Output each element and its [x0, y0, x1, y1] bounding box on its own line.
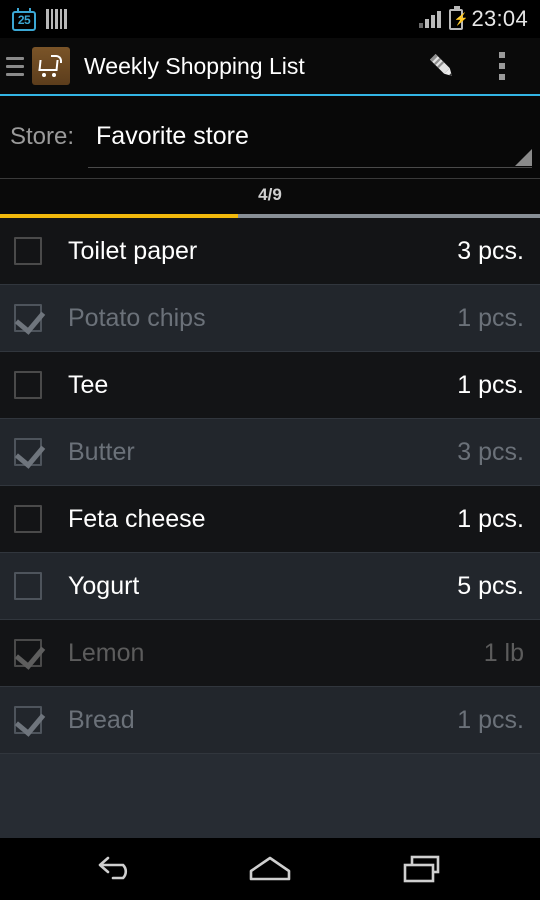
hamburger-up-icon[interactable] — [0, 56, 32, 76]
shopping-list: Toilet paper 3 pcs. Potato chips 1 pcs. Tee 1… — [0, 218, 540, 838]
overflow-menu-button[interactable] — [474, 37, 530, 95]
item-quantity: 3 pcs. — [457, 236, 524, 265]
item-quantity: 1 lb — [483, 638, 524, 667]
checkbox-checked-icon[interactable] — [14, 438, 42, 466]
recents-icon — [398, 852, 448, 886]
store-spinner-value: Favorite store — [96, 122, 249, 150]
list-item[interactable]: Lemon 1 lb — [0, 620, 540, 687]
checkbox-checked-icon[interactable] — [14, 706, 42, 734]
store-label: Store: — [10, 123, 75, 150]
store-spinner[interactable]: Favorite store — [88, 106, 532, 168]
store-selector-row: Store: Favorite store — [0, 96, 540, 178]
list-item[interactable]: Toilet paper 3 pcs. — [0, 218, 540, 285]
back-arrow-icon — [89, 852, 145, 886]
item-name: Potato chips — [68, 303, 206, 332]
calendar-icon: 25 — [12, 7, 36, 31]
status-bar-system: ⚡ 23:04 — [419, 5, 528, 32]
status-bar-notifications: 25 — [12, 7, 67, 31]
item-quantity: 1 pcs. — [457, 303, 524, 332]
overflow-menu-icon — [499, 52, 505, 80]
list-item[interactable]: Tee 1 pcs. — [0, 352, 540, 419]
checkbox-unchecked-icon[interactable] — [14, 572, 42, 600]
progress-section: 4/9 — [0, 178, 540, 218]
checkbox-unchecked-icon[interactable] — [14, 505, 42, 533]
item-name: Feta cheese — [68, 504, 206, 533]
item-name: Yogurt — [68, 571, 140, 600]
list-item[interactable]: Potato chips 1 pcs. — [0, 285, 540, 352]
status-bar: 25 ⚡ 23:04 — [0, 0, 540, 38]
recents-button[interactable] — [378, 838, 468, 900]
calendar-day-label: 25 — [17, 12, 31, 27]
signal-bars-icon — [419, 10, 442, 28]
back-button[interactable] — [72, 838, 162, 900]
phone-screen: 25 ⚡ 23:04 Weekly Shopping List Store: F… — [0, 0, 540, 900]
battery-charging-icon: ⚡ — [449, 5, 468, 30]
home-button[interactable] — [225, 838, 315, 900]
checkbox-unchecked-icon[interactable] — [14, 237, 42, 265]
item-quantity: 1 pcs. — [457, 504, 524, 533]
list-item[interactable]: Bread 1 pcs. — [0, 687, 540, 754]
checkbox-unchecked-icon[interactable] — [14, 371, 42, 399]
spinner-triangle-icon — [515, 149, 532, 166]
list-item[interactable]: Feta cheese 1 pcs. — [0, 486, 540, 553]
list-item[interactable]: Butter 3 pcs. — [0, 419, 540, 486]
progress-bar-fill — [0, 214, 238, 218]
home-icon — [245, 852, 295, 886]
page-title: Weekly Shopping List — [84, 52, 305, 79]
item-quantity: 1 pcs. — [457, 370, 524, 399]
action-bar-actions — [414, 37, 530, 95]
barcode-icon — [46, 9, 67, 29]
item-name: Bread — [68, 705, 135, 734]
item-name: Lemon — [68, 638, 145, 667]
progress-count-label: 4/9 — [258, 185, 282, 204]
shopping-cart-icon[interactable] — [32, 47, 70, 85]
item-quantity: 5 pcs. — [457, 571, 524, 600]
item-name: Butter — [68, 437, 135, 466]
item-name: Tee — [68, 370, 109, 399]
system-navigation-bar — [0, 838, 540, 900]
item-name: Toilet paper — [68, 236, 198, 265]
pencil-icon — [425, 49, 459, 83]
progress-bar-track — [0, 214, 540, 218]
item-quantity: 3 pcs. — [457, 437, 524, 466]
item-quantity: 1 pcs. — [457, 705, 524, 734]
action-bar: Weekly Shopping List — [0, 38, 540, 96]
checkbox-checked-icon[interactable] — [14, 304, 42, 332]
status-bar-clock: 23:04 — [471, 6, 528, 31]
checkbox-checked-icon[interactable] — [14, 639, 42, 667]
edit-button[interactable] — [414, 37, 470, 95]
list-item[interactable]: Yogurt 5 pcs. — [0, 553, 540, 620]
